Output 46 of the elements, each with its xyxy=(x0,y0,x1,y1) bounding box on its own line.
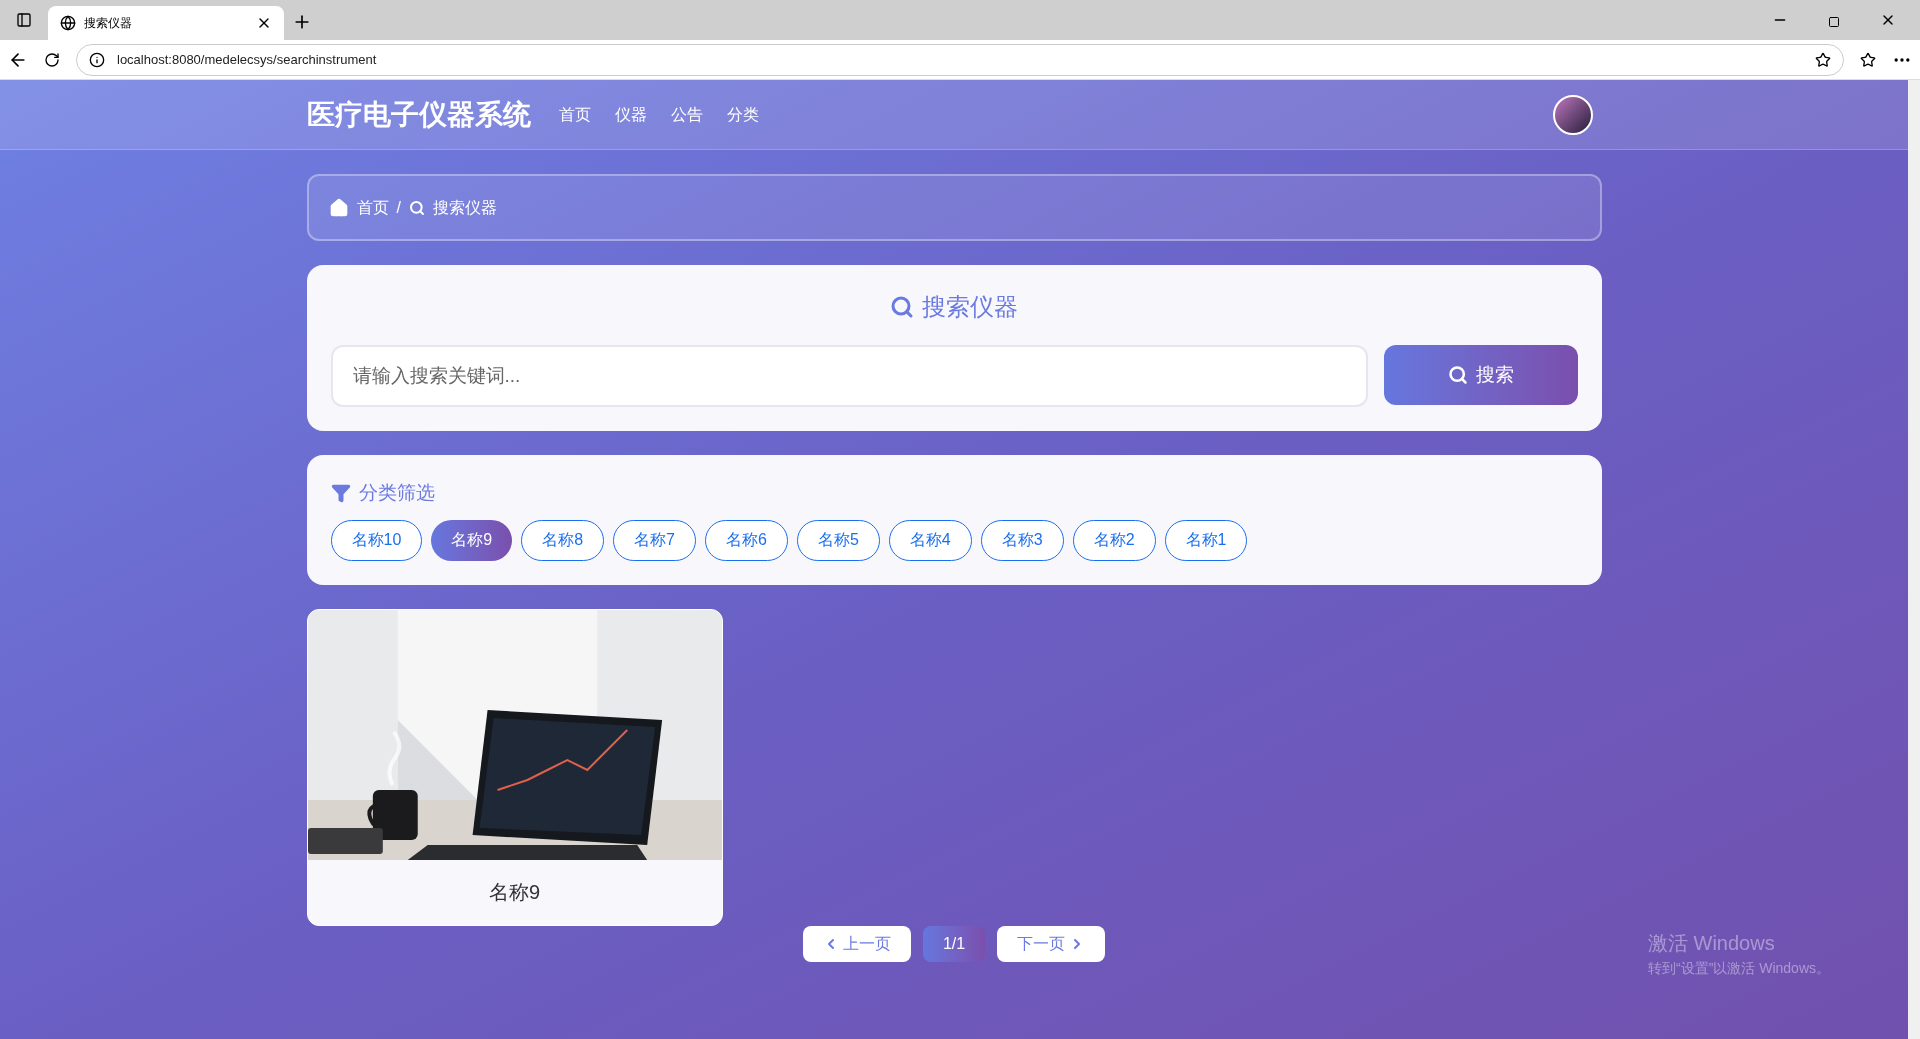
category-chip[interactable]: 名称5 xyxy=(796,519,880,561)
nav-link[interactable]: 公告 xyxy=(671,102,703,127)
browser-tab[interactable]: 搜索仪器 xyxy=(48,6,284,40)
search-icon xyxy=(1447,365,1468,385)
category-chip[interactable]: 名称9 xyxy=(431,519,513,561)
site-logo[interactable]: 医疗电子仪器系统 xyxy=(307,93,531,136)
home-icon xyxy=(328,197,349,218)
page-indicator: 1/1 xyxy=(922,925,986,962)
avatar[interactable] xyxy=(1553,94,1593,135)
search-title: 搜索仪器 xyxy=(922,292,1018,322)
breadcrumb-link[interactable]: 搜索仪器 xyxy=(432,195,497,220)
nav-link[interactable]: 分类 xyxy=(727,102,759,127)
category-chip[interactable]: 名称8 xyxy=(521,519,605,561)
scrollbar[interactable] xyxy=(1908,80,1920,1039)
category-chip[interactable]: 名称7 xyxy=(613,519,696,561)
tab-title: 搜索仪器 xyxy=(84,15,133,31)
favorite-icon[interactable] xyxy=(1815,51,1831,68)
breadcrumb-link[interactable]: 首页 xyxy=(356,195,389,220)
activation-subtitle: 转到“设置”以激活 Windows。 xyxy=(1648,959,1830,978)
category-chip[interactable]: 名称10 xyxy=(330,519,423,561)
sidebar-icon[interactable] xyxy=(16,12,32,28)
category-chip[interactable]: 名称1 xyxy=(1164,519,1248,561)
category-chip[interactable]: 名称3 xyxy=(980,519,1064,561)
favorites-icon[interactable] xyxy=(1860,51,1876,68)
prev-page-button[interactable]: 上一页 xyxy=(802,925,911,962)
filter-title: 分类筛选 xyxy=(358,481,435,505)
category-chip[interactable]: 名称6 xyxy=(705,519,788,561)
search-field[interactable]: 请输入搜索关键词... xyxy=(330,345,1368,407)
nav-link[interactable]: 仪器 xyxy=(615,102,647,127)
filter-icon xyxy=(330,483,351,504)
globe-icon xyxy=(60,15,76,31)
product-card[interactable]: 名称9 xyxy=(306,608,723,926)
search-button[interactable]: 搜索 xyxy=(1383,345,1578,405)
reload-icon[interactable] xyxy=(44,51,60,68)
category-chip[interactable]: 名称4 xyxy=(888,519,972,561)
product-name: 名称9 xyxy=(487,880,542,905)
category-chip[interactable]: 名称2 xyxy=(1072,519,1156,561)
breadcrumb-separator: / xyxy=(396,197,401,218)
search-icon xyxy=(408,199,425,216)
maximize-icon[interactable] xyxy=(1828,16,1840,28)
info-icon xyxy=(89,51,105,68)
nav-link[interactable]: 首页 xyxy=(559,102,591,127)
url-text: localhost:8080/medelecsys/searchinstrument xyxy=(117,50,378,69)
search-icon xyxy=(890,295,914,319)
next-page-button[interactable]: 下一页 xyxy=(997,925,1106,962)
activation-title: 激活 Windows xyxy=(1648,931,1776,956)
